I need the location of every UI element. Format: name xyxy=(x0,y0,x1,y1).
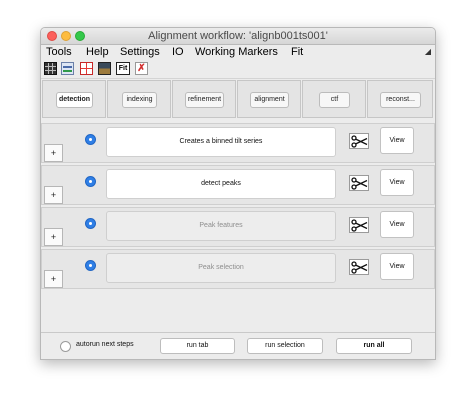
window-title: Alignment workflow: 'alignb001ts001' xyxy=(148,30,328,42)
step-row-peak-selection: + Peak selection View xyxy=(41,249,435,289)
toolbar: Fit ✗ xyxy=(41,60,435,79)
menu-help[interactable]: Help xyxy=(86,46,109,58)
alignment-workflow-window: Alignment workflow: 'alignb001ts001' Too… xyxy=(40,27,436,360)
tab-refinement[interactable]: refinement xyxy=(185,92,224,108)
step-radio-selected[interactable] xyxy=(85,134,96,145)
step-row-peak-features: + Peak features View xyxy=(41,207,435,247)
step-button[interactable]: Peak selection xyxy=(106,253,336,283)
bottom-bar: autorun next steps run tab run selection… xyxy=(41,332,435,359)
grid-view-icon[interactable] xyxy=(44,62,57,75)
expand-step-button[interactable]: + xyxy=(44,228,63,246)
autorun-label: autorun next steps xyxy=(76,341,134,348)
step-radio-selected[interactable] xyxy=(85,218,96,229)
scissors-icon[interactable] xyxy=(349,217,369,233)
menu-fit[interactable]: Fit xyxy=(291,46,303,58)
autorun-radio[interactable] xyxy=(60,341,71,352)
title-bar: Alignment workflow: 'alignb001ts001' xyxy=(41,28,435,45)
step-button[interactable]: Peak features xyxy=(106,211,336,241)
tab-cell-indexing: indexing xyxy=(107,80,171,118)
tab-detection[interactable]: detection xyxy=(56,92,93,108)
workflow-tabs: detection indexing refinement alignment … xyxy=(41,80,435,120)
tab-cell-refinement: refinement xyxy=(172,80,236,118)
tab-indexing[interactable]: indexing xyxy=(122,92,157,108)
scissors-icon[interactable] xyxy=(349,133,369,149)
step-row-detect-peaks: + detect peaks View xyxy=(41,165,435,205)
tab-reconstruction[interactable]: reconst... xyxy=(380,92,421,108)
expand-step-button[interactable]: + xyxy=(44,270,63,288)
run-selection-button[interactable]: run selection xyxy=(247,338,323,354)
image-icon[interactable] xyxy=(98,62,111,75)
step-radio-selected[interactable] xyxy=(85,260,96,271)
step-button[interactable]: Creates a binned tilt series xyxy=(106,127,336,157)
menu-tools[interactable]: Tools xyxy=(46,46,72,58)
plot-icon[interactable] xyxy=(80,62,93,75)
view-button[interactable]: View xyxy=(380,127,414,154)
view-button[interactable]: View xyxy=(380,211,414,238)
menu-settings[interactable]: Settings xyxy=(120,46,160,58)
tab-cell-ctf: ctf xyxy=(302,80,366,118)
menu-io[interactable]: IO xyxy=(172,46,184,58)
tab-ctf[interactable]: ctf xyxy=(319,92,350,108)
step-radio-selected[interactable] xyxy=(85,176,96,187)
tab-cell-detection: detection xyxy=(42,80,106,118)
view-button[interactable]: View xyxy=(380,253,414,280)
expand-step-button[interactable]: + xyxy=(44,144,63,162)
tab-cell-alignment: alignment xyxy=(237,80,301,118)
scissors-icon[interactable] xyxy=(349,259,369,275)
step-row-binned-tilt-series: + Creates a binned tilt series View xyxy=(41,123,435,163)
run-all-button[interactable]: run all xyxy=(336,338,412,354)
menu-overflow-icon[interactable]: ◢ xyxy=(425,47,431,56)
fit-icon[interactable]: Fit xyxy=(116,62,130,75)
step-button[interactable]: detect peaks xyxy=(106,169,336,199)
stack-view-icon[interactable] xyxy=(61,62,74,75)
expand-step-button[interactable]: + xyxy=(44,186,63,204)
menu-bar: Tools Help Settings IO Working Markers F… xyxy=(41,45,435,60)
run-tab-button[interactable]: run tab xyxy=(160,338,235,354)
view-button[interactable]: View xyxy=(380,169,414,196)
menu-working-markers[interactable]: Working Markers xyxy=(195,46,278,58)
tab-cell-reconstruction: reconst... xyxy=(367,80,433,118)
scissors-icon[interactable] xyxy=(349,175,369,191)
tab-alignment[interactable]: alignment xyxy=(250,92,289,108)
markers-icon[interactable]: ✗ xyxy=(135,62,148,75)
workflow-steps: + Creates a binned tilt series View + de… xyxy=(41,123,435,328)
